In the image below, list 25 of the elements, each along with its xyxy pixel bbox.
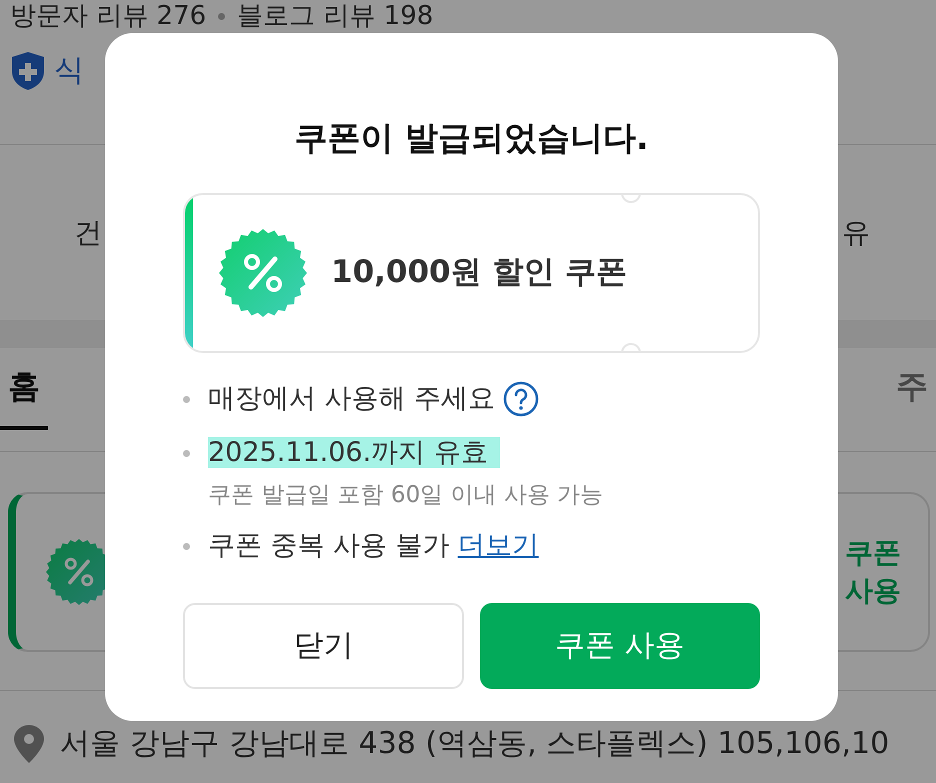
review-count: 방문자 리뷰 276 [10,0,206,32]
bullet-dot [183,543,190,550]
tab[interactable]: 주 [888,348,936,426]
more-link[interactable]: 더보기 [458,526,539,566]
bullet-dot [183,396,190,402]
info-label: 유 [842,214,870,250]
info-label: 건 [74,214,102,250]
coupon-name: 10,000원 할인 쿠폰 [331,253,628,292]
separator-dot [218,12,226,20]
note-text: 쿠폰 중복 사용 불가 [208,529,450,563]
note-text: 매장에서 사용해 주세요 [208,382,496,416]
shield-icon [10,50,46,90]
help-icon[interactable] [503,380,540,417]
tab[interactable]: 홈 [0,348,48,430]
address-text: 서울 강남구 강남대로 438 (역삼동, 스타플렉스) 105,106,10 [60,725,890,763]
note-subtext: 쿠폰 발급일 포함 60일 이내 사용 가능 [208,480,604,510]
close-button[interactable]: 닫기 [183,602,464,688]
percent-badge-icon [219,228,307,316]
review-count: 블로그 리뷰 198 [237,0,434,32]
dialog-title: 쿠폰이 발급되었습니다. [293,117,650,159]
use-coupon-button[interactable]: 쿠폰 사용 [480,602,760,688]
certification-label: 식 [54,52,84,90]
expiry-date: 2025.11.06.까지 유효 [208,437,500,468]
bullet-dot [183,450,190,457]
location-pin-icon [14,724,44,762]
